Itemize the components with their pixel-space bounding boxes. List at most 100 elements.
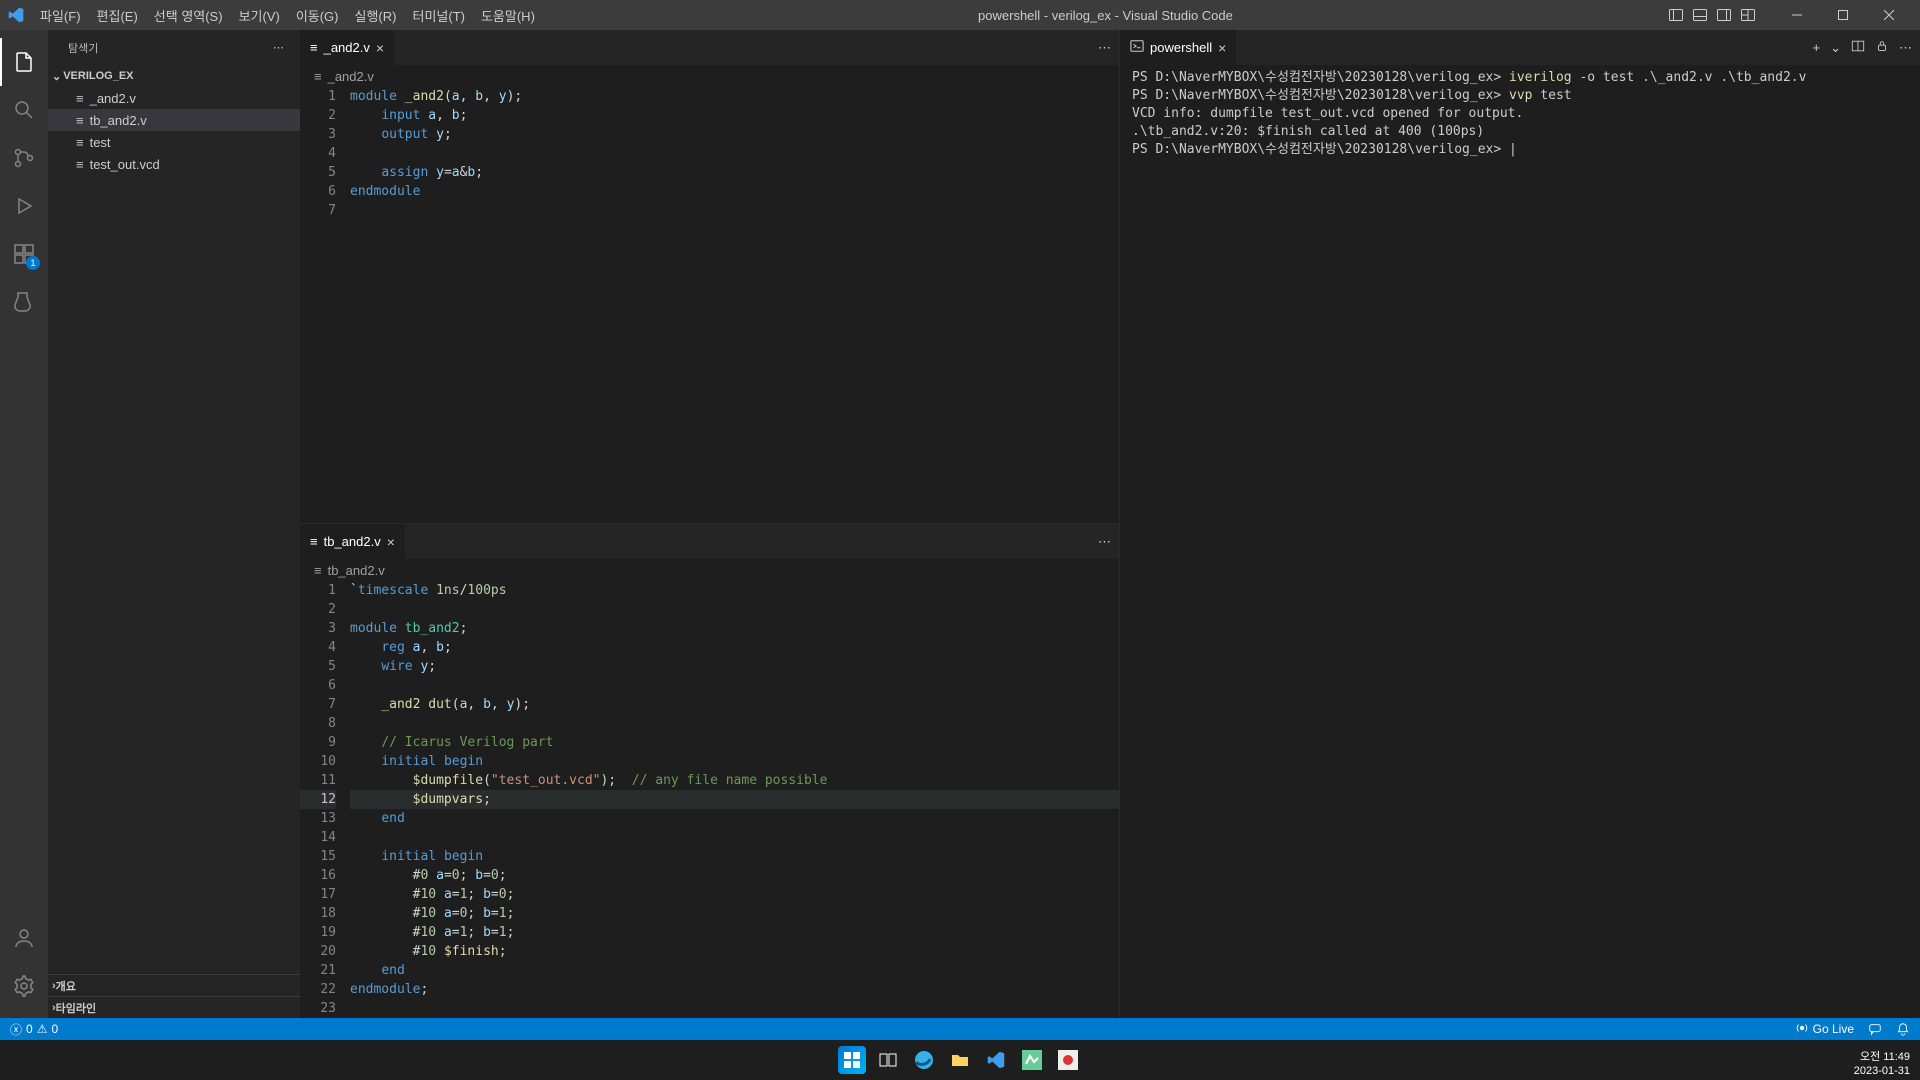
file-item[interactable]: ≡_and2.v <box>48 87 300 109</box>
maximize-button[interactable] <box>1820 0 1866 30</box>
menu-item[interactable]: 파일(F) <box>32 2 89 29</box>
file-icon: ≡ <box>314 69 322 84</box>
menu-item[interactable]: 도움말(H) <box>473 2 543 29</box>
statusbar: ⓧ 0 ⚠ 0 Go Live <box>0 1018 1920 1040</box>
vscode-logo-icon <box>8 7 24 23</box>
file-name: tb_and2.v <box>90 113 147 128</box>
menu-item[interactable]: 편집(E) <box>89 2 146 29</box>
activity-search[interactable] <box>0 86 48 134</box>
terminal-body[interactable]: PS D:\NaverMYBOX\수성컴전자방\20230128\verilog… <box>1120 65 1920 1018</box>
error-count: 0 <box>26 1022 33 1036</box>
terminal-tabs: powershell × + ⌄ ⋯ <box>1120 30 1920 65</box>
error-icon: ⓧ <box>10 1021 22 1038</box>
taskbar-edge[interactable] <box>910 1046 938 1074</box>
file-name: test_out.vcd <box>90 157 160 172</box>
file-icon: ≡ <box>76 135 84 150</box>
activity-accounts[interactable] <box>0 914 48 962</box>
sidebar-title: 탐색기 <box>68 40 98 56</box>
editor-body-top[interactable]: 1234567 module _and2(a, b, y); input a, … <box>300 87 1119 523</box>
menu-item[interactable]: 터미널(T) <box>404 2 472 29</box>
menu-item[interactable]: 실행(R) <box>347 2 405 29</box>
taskbar-start[interactable] <box>838 1046 866 1074</box>
tab-label: tb_and2.v <box>324 534 381 549</box>
close-icon[interactable]: × <box>387 534 395 550</box>
breadcrumb-file: tb_and2.v <box>328 563 385 578</box>
menu-item[interactable]: 보기(V) <box>231 2 288 29</box>
taskbar-app1[interactable] <box>1018 1046 1046 1074</box>
activity-run-debug[interactable] <box>0 182 48 230</box>
project-name: VERILOG_EX <box>63 70 133 82</box>
editor-more-icon[interactable]: ⋯ <box>1098 534 1111 550</box>
customize-layout-icon[interactable] <box>1740 7 1756 23</box>
file-icon: ≡ <box>314 563 322 578</box>
layout-controls <box>1668 7 1756 23</box>
status-bell[interactable] <box>1896 1022 1910 1036</box>
taskbar-clock[interactable]: 오전 11:49 2023-01-31 <box>1854 1050 1910 1078</box>
activity-testing[interactable] <box>0 278 48 326</box>
file-icon: ≡ <box>310 534 318 549</box>
taskbar-taskview[interactable] <box>874 1046 902 1074</box>
lock-icon[interactable] <box>1875 39 1889 56</box>
editor-region: ≡ _and2.v × ⋯ ≡ _and2.v 1234567 <box>300 30 1920 1018</box>
activity-source-control[interactable] <box>0 134 48 182</box>
minimap[interactable] <box>1105 87 1119 523</box>
close-icon[interactable]: × <box>376 40 384 56</box>
close-window-button[interactable] <box>1866 0 1912 30</box>
file-item[interactable]: ≡tb_and2.v <box>48 109 300 131</box>
warning-icon: ⚠ <box>37 1022 48 1036</box>
editor-more-icon[interactable]: ⋯ <box>1899 40 1912 56</box>
chevron-down-icon: ⌄ <box>52 70 61 83</box>
editor-tabs-bottom: ≡ tb_and2.v × ⋯ <box>300 524 1119 559</box>
tab-powershell[interactable]: powershell × <box>1120 30 1237 65</box>
taskbar-explorer[interactable] <box>946 1046 974 1074</box>
taskbar-time: 오전 11:49 <box>1854 1050 1910 1064</box>
split-terminal-icon[interactable] <box>1851 39 1865 56</box>
tab-label: _and2.v <box>324 40 370 55</box>
project-header[interactable]: ⌄ VERILOG_EX <box>48 65 300 87</box>
outline-section[interactable]: › 개요 <box>48 974 300 996</box>
status-errors[interactable]: ⓧ 0 ⚠ 0 <box>10 1021 58 1038</box>
activity-settings[interactable] <box>0 962 48 1010</box>
minimize-button[interactable] <box>1774 0 1820 30</box>
tab-tb-and2[interactable]: ≡ tb_and2.v × <box>300 524 406 559</box>
timeline-label: 타임라인 <box>56 1000 96 1016</box>
editor-tabs-top: ≡ _and2.v × ⋯ <box>300 30 1119 65</box>
activity-extensions[interactable]: 1 <box>0 230 48 278</box>
taskbar-vscode[interactable] <box>982 1046 1010 1074</box>
chevron-down-icon[interactable]: ⌄ <box>1830 40 1841 56</box>
breadcrumb-file: _and2.v <box>328 69 374 84</box>
outline-label: 개요 <box>56 978 76 994</box>
menu-item[interactable]: 이동(G) <box>288 2 347 29</box>
timeline-section[interactable]: › 타임라인 <box>48 996 300 1018</box>
titlebar: 파일(F)편집(E)선택 영역(S)보기(V)이동(G)실행(R)터미널(T)도… <box>0 0 1920 30</box>
new-terminal-icon[interactable]: + <box>1813 40 1821 55</box>
toggle-panel-icon[interactable] <box>1692 7 1708 23</box>
sidebar: 탐색기 ⋯ ⌄ VERILOG_EX ≡_and2.v≡tb_and2.v≡te… <box>48 30 300 1018</box>
broadcast-icon <box>1795 1021 1809 1038</box>
file-item[interactable]: ≡test <box>48 131 300 153</box>
activity-bar: 1 <box>0 30 48 1018</box>
file-item[interactable]: ≡test_out.vcd <box>48 153 300 175</box>
extensions-badge: 1 <box>26 256 40 270</box>
status-golive[interactable]: Go Live <box>1795 1021 1854 1038</box>
breadcrumb-bottom[interactable]: ≡ tb_and2.v <box>300 559 1119 581</box>
editor-body-bottom[interactable]: 1234567891011121314151617181920212223 `t… <box>300 581 1119 1018</box>
window-title: powershell - verilog_ex - Visual Studio … <box>543 8 1668 23</box>
close-icon[interactable]: × <box>1218 40 1226 56</box>
tab-label: powershell <box>1150 40 1212 55</box>
toggle-secondary-sidebar-icon[interactable] <box>1716 7 1732 23</box>
file-icon: ≡ <box>310 40 318 55</box>
menu-item[interactable]: 선택 영역(S) <box>146 2 231 29</box>
taskbar-date: 2023-01-31 <box>1854 1064 1910 1078</box>
sidebar-more-icon[interactable]: ⋯ <box>273 41 284 54</box>
taskbar-app2[interactable] <box>1054 1046 1082 1074</box>
toggle-primary-sidebar-icon[interactable] <box>1668 7 1684 23</box>
tab-and2[interactable]: ≡ _and2.v × <box>300 30 395 65</box>
window-controls <box>1774 0 1912 30</box>
breadcrumb-top[interactable]: ≡ _and2.v <box>300 65 1119 87</box>
minimap[interactable] <box>1105 581 1119 1018</box>
activity-explorer[interactable] <box>0 38 48 86</box>
status-feedback[interactable] <box>1868 1022 1882 1036</box>
file-tree: ≡_and2.v≡tb_and2.v≡test≡test_out.vcd <box>48 87 300 175</box>
editor-more-icon[interactable]: ⋯ <box>1098 40 1111 56</box>
